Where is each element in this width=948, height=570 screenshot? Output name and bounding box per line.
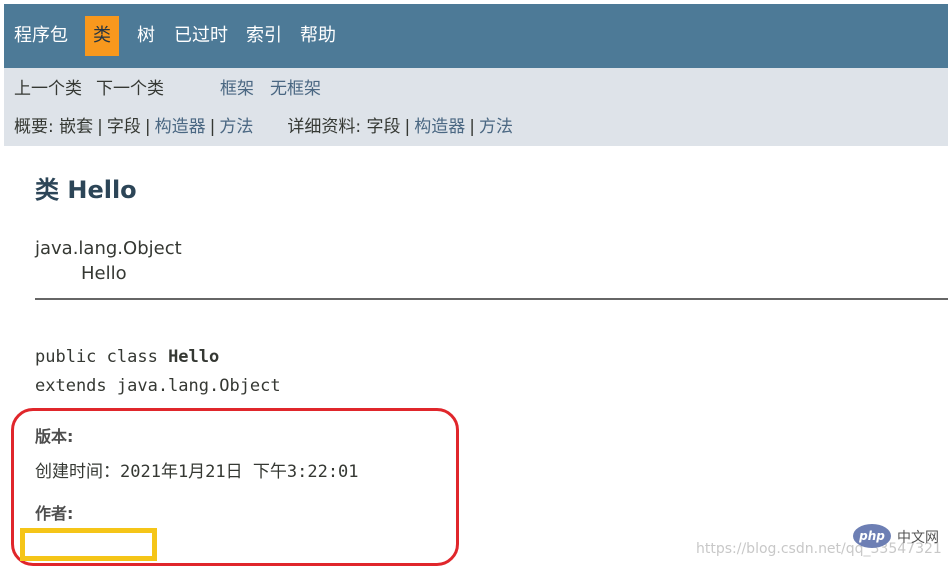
sub-nav-line-1: 上一个类 下一个类 框架 无框架 — [14, 74, 321, 104]
summary-field: 字段 — [106, 117, 141, 137]
inheritance-tree: java.lang.Object Hello — [35, 236, 182, 286]
yellow-highlight-box — [20, 528, 157, 561]
summary-nested: 嵌套 — [59, 117, 94, 137]
inheritance-child: Hello — [81, 263, 127, 284]
top-nav-bar: 程序包 类 树 已过时 索引 帮助 — [4, 4, 948, 68]
page-title: 类 Hello — [35, 176, 137, 204]
nav-class[interactable]: 类 — [85, 16, 119, 56]
separator: | — [469, 117, 475, 137]
inheritance-parent: java.lang.Object — [35, 238, 182, 259]
detail-field: 字段 — [366, 117, 401, 137]
class-signature: public class Hello extends java.lang.Obj… — [35, 343, 281, 401]
summary-constructor-link[interactable]: 构造器 — [155, 117, 206, 137]
next-class: 下一个类 — [96, 79, 164, 99]
summary-method-link[interactable]: 方法 — [219, 117, 253, 137]
separator: | — [209, 117, 216, 137]
signature-class-name: Hello — [168, 347, 220, 367]
logo-text: 中文网 — [897, 530, 939, 546]
separator: | — [404, 117, 411, 137]
summary-label: 概要: — [14, 117, 54, 137]
nav-package[interactable]: 程序包 — [14, 16, 68, 56]
separator: | — [144, 117, 151, 137]
sub-nav-line-2: 概要: 嵌套 | 字段 | 构造器 | 方法 详细资料: 字段 | 构造器 | 方法 — [14, 112, 513, 142]
nav-help[interactable]: 帮助 — [300, 16, 336, 56]
signature-extends: extends java.lang.Object — [35, 376, 281, 396]
nav-tree[interactable]: 树 — [137, 16, 155, 56]
frames-link[interactable]: 框架 — [220, 79, 254, 99]
signature-prefix: public class — [35, 347, 169, 367]
detail-constructor-link[interactable]: 构造器 — [414, 117, 465, 137]
sub-nav: 上一个类 下一个类 框架 无框架 概要: 嵌套 | 字段 | 构造器 | 方法 详细资料: 字段 | 构… — [4, 68, 948, 146]
detail-label: 详细资料: — [287, 117, 362, 137]
detail-method-link[interactable]: 方法 — [479, 117, 513, 137]
nav-deprecated[interactable]: 已过时 — [174, 16, 228, 56]
prev-class: 上一个类 — [14, 79, 82, 99]
php-logo-icon: php — [853, 524, 891, 548]
separator: | — [97, 117, 103, 137]
nav-index[interactable]: 索引 — [246, 16, 282, 56]
divider — [35, 298, 948, 300]
no-frames-link[interactable]: 无框架 — [270, 79, 321, 99]
